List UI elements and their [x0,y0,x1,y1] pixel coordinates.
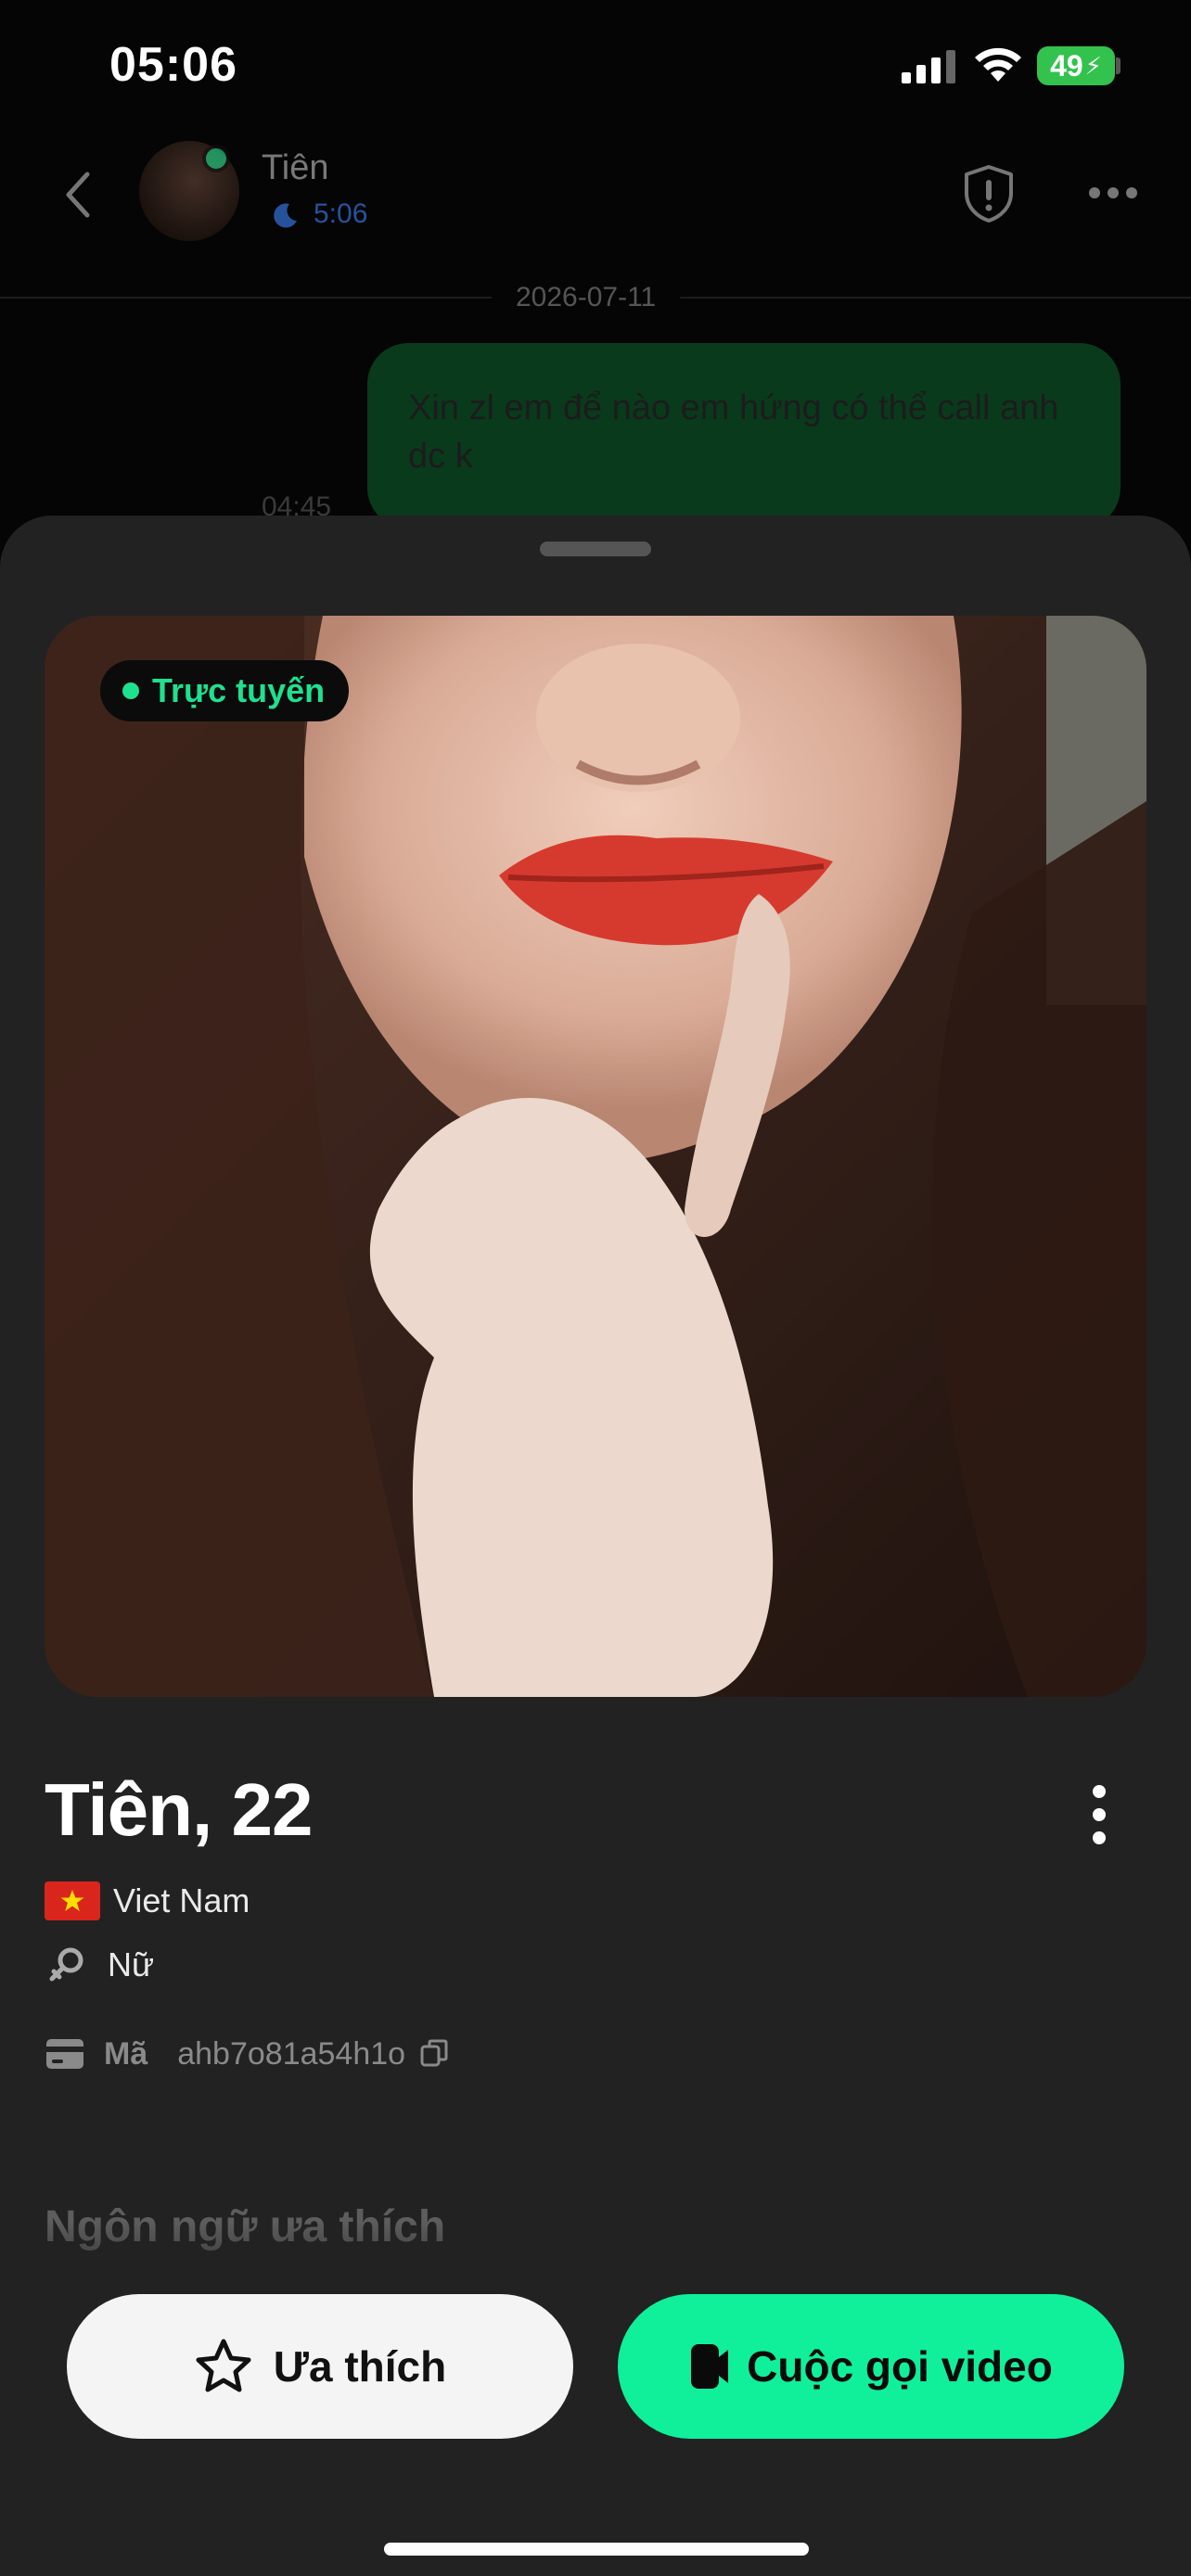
vietnam-flag-icon [45,1881,100,1920]
online-dot [122,682,139,699]
star-icon [196,2339,251,2392]
online-status-badge: Trực tuyến [100,660,350,721]
female-gender-icon [49,1947,83,1982]
shield-icon[interactable] [961,163,1017,224]
profile-sheet: Trực tuyến Tiên, 22 Viet Nam Nữ Mã ahb7o… [0,516,1191,2576]
country-text: Viet Nam [113,1881,250,1919]
id-value: ahb7o81a54h1o [177,2035,406,2072]
battery-indicator: 49 ⚡ [1037,46,1115,85]
kebab-menu-icon[interactable] [1085,1782,1113,1847]
like-button-label: Ưa thích [273,2342,447,2391]
profile-photo[interactable]: Trực tuyến [45,616,1146,1697]
moon-icon [274,203,297,228]
cellular-signal-icon [902,50,955,83]
contact-name[interactable]: Tiên [262,148,329,188]
more-icon[interactable] [1087,182,1139,204]
user-id-row: Mã ahb7o81a54h1o [45,2033,452,2075]
battery-level: 49 [1050,48,1083,83]
gender-row: Nữ [45,1944,154,1986]
date-separator: 2026-07-11 [492,282,681,313]
screen: 05:06 49 ⚡ Tiên 5:06 2026-07-11 Xin zl e… [0,0,1191,2576]
id-label: Mã [104,2035,148,2072]
video-camera-icon [691,2344,729,2389]
id-card-icon [46,2039,83,2069]
like-button[interactable]: Ưa thích [67,2294,573,2439]
contact-status-time: 5:06 [314,198,368,229]
profile-photo-image [45,616,1146,1697]
video-call-button-label: Cuộc gọi video [747,2342,1053,2391]
wifi-icon [975,47,1021,82]
video-call-button[interactable]: Cuộc gọi video [618,2294,1124,2439]
message-bubble[interactable]: Xin zl em để nào em hứng có thể call anh… [367,343,1121,529]
contact-status: 5:06 [269,198,367,230]
gender-text: Nữ [108,1945,155,1983]
battery-cap [1116,57,1121,74]
sheet-drag-handle[interactable] [540,542,651,556]
status-time: 05:06 [109,38,237,92]
online-status-label: Trực tuyến [152,671,326,709]
home-indicator[interactable] [384,2543,809,2556]
avatar-online-dot [202,145,230,172]
profile-name-age: Tiên, 22 [45,1768,313,1851]
country-row: Viet Nam [45,1881,250,1921]
charging-bolt-icon: ⚡ [1084,51,1102,80]
copy-icon[interactable] [418,2037,452,2071]
status-bar: 05:06 49 ⚡ [0,0,1191,139]
back-arrow-icon[interactable] [59,167,96,223]
